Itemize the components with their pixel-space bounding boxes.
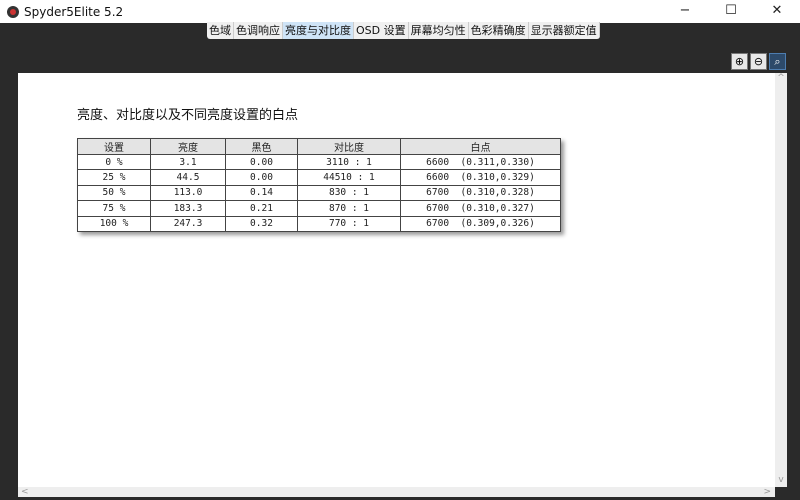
table-cell: 6600 (0.311,0.330) bbox=[400, 153, 561, 171]
column-header: 设置 bbox=[77, 138, 151, 155]
table-cell: 0.00 bbox=[225, 153, 298, 171]
vertical-scrollbar[interactable]: ^ v bbox=[775, 73, 787, 487]
horizontal-scrollbar[interactable]: < > bbox=[18, 487, 775, 497]
table-row: 0 % 3.1 0.00 3110 : 1 6600 (0.311,0.330) bbox=[77, 153, 561, 171]
tab-3[interactable]: OSD 设置 bbox=[354, 22, 409, 39]
table-cell: 0.14 bbox=[225, 184, 298, 202]
table-cell: 6700 (0.310,0.327) bbox=[400, 200, 561, 217]
table-cell: 50 % bbox=[77, 184, 151, 202]
table-cell: 6600 (0.310,0.329) bbox=[400, 169, 561, 186]
column-header: 白点 bbox=[400, 138, 561, 155]
table-row: 25 % 44.5 0.00 44510 : 1 6600 (0.310,0.329) bbox=[77, 169, 561, 186]
scroll-right-icon[interactable]: > bbox=[763, 487, 771, 497]
table-cell: 6700 (0.310,0.328) bbox=[400, 184, 561, 202]
zoom-out-icon[interactable]: ⊖ bbox=[750, 53, 767, 70]
table-cell: 247.3 bbox=[150, 215, 226, 232]
table-cell: 770 : 1 bbox=[297, 215, 401, 232]
title-bar: Spyder5Elite 5.2 − ☐ ✕ bbox=[0, 0, 800, 23]
column-header: 对比度 bbox=[297, 138, 401, 155]
table-cell: 0.00 bbox=[225, 169, 298, 186]
tab-4[interactable]: 屏幕均匀性 bbox=[409, 22, 469, 39]
table-cell: 0 % bbox=[77, 153, 151, 171]
scroll-up-icon[interactable]: ^ bbox=[775, 73, 787, 83]
table-cell: 183.3 bbox=[150, 200, 226, 217]
table-cell: 0.32 bbox=[225, 215, 298, 232]
tab-5[interactable]: 色彩精确度 bbox=[469, 22, 529, 39]
window-title: Spyder5Elite 5.2 bbox=[24, 4, 124, 19]
table-row: 50 % 113.0 0.14 830 : 1 6700 (0.310,0.328) bbox=[77, 184, 561, 202]
scroll-down-icon[interactable]: v bbox=[775, 475, 787, 485]
table-row: 75 % 183.3 0.21 870 : 1 6700 (0.310,0.327) bbox=[77, 200, 561, 217]
table-cell: 25 % bbox=[77, 169, 151, 186]
zoom-fit-icon[interactable]: ⌕ bbox=[769, 53, 786, 70]
close-button[interactable]: ✕ bbox=[754, 0, 800, 23]
zoom-toolbar: ⊕ ⊖ ⌕ bbox=[731, 53, 786, 70]
table-cell: 870 : 1 bbox=[297, 200, 401, 217]
column-header: 黑色 bbox=[225, 138, 298, 155]
table-cell: 3110 : 1 bbox=[297, 153, 401, 171]
tab-6[interactable]: 显示器额定值 bbox=[529, 22, 600, 39]
table-cell: 113.0 bbox=[150, 184, 226, 202]
table-cell: 0.21 bbox=[225, 200, 298, 217]
tab-0[interactable]: 色域 bbox=[207, 22, 234, 39]
brightness-table: 设置 亮度 黑色 对比度 白点 0 % 3.1 0.00 3110 : 1 6600 (0.31… bbox=[77, 138, 561, 232]
tab-1[interactable]: 色调响应 bbox=[234, 22, 283, 39]
minimize-button[interactable]: − bbox=[662, 0, 708, 23]
table-row: 100 % 247.3 0.32 770 : 1 6700 (0.309,0.326) bbox=[77, 215, 561, 232]
table-cell: 3.1 bbox=[150, 153, 226, 171]
tab-2[interactable]: 亮度与对比度 bbox=[283, 22, 354, 39]
column-header: 亮度 bbox=[150, 138, 226, 155]
report-tabs: 色域 色调响应 亮度与对比度 OSD 设置 屏幕均匀性 色彩精确度 显示器额定值 bbox=[207, 22, 600, 39]
app-icon bbox=[7, 5, 19, 18]
report-page bbox=[18, 73, 775, 487]
report-heading: 亮度、对比度以及不同亮度设置的白点 bbox=[77, 108, 299, 123]
table-cell: 100 % bbox=[77, 215, 151, 232]
table-cell: 6700 (0.309,0.326) bbox=[400, 215, 561, 232]
zoom-in-icon[interactable]: ⊕ bbox=[731, 53, 748, 70]
maximize-button[interactable]: ☐ bbox=[708, 0, 754, 23]
table-cell: 830 : 1 bbox=[297, 184, 401, 202]
scroll-left-icon[interactable]: < bbox=[21, 487, 29, 497]
table-cell: 75 % bbox=[77, 200, 151, 217]
table-cell: 44.5 bbox=[150, 169, 226, 186]
table-cell: 44510 : 1 bbox=[297, 169, 401, 186]
